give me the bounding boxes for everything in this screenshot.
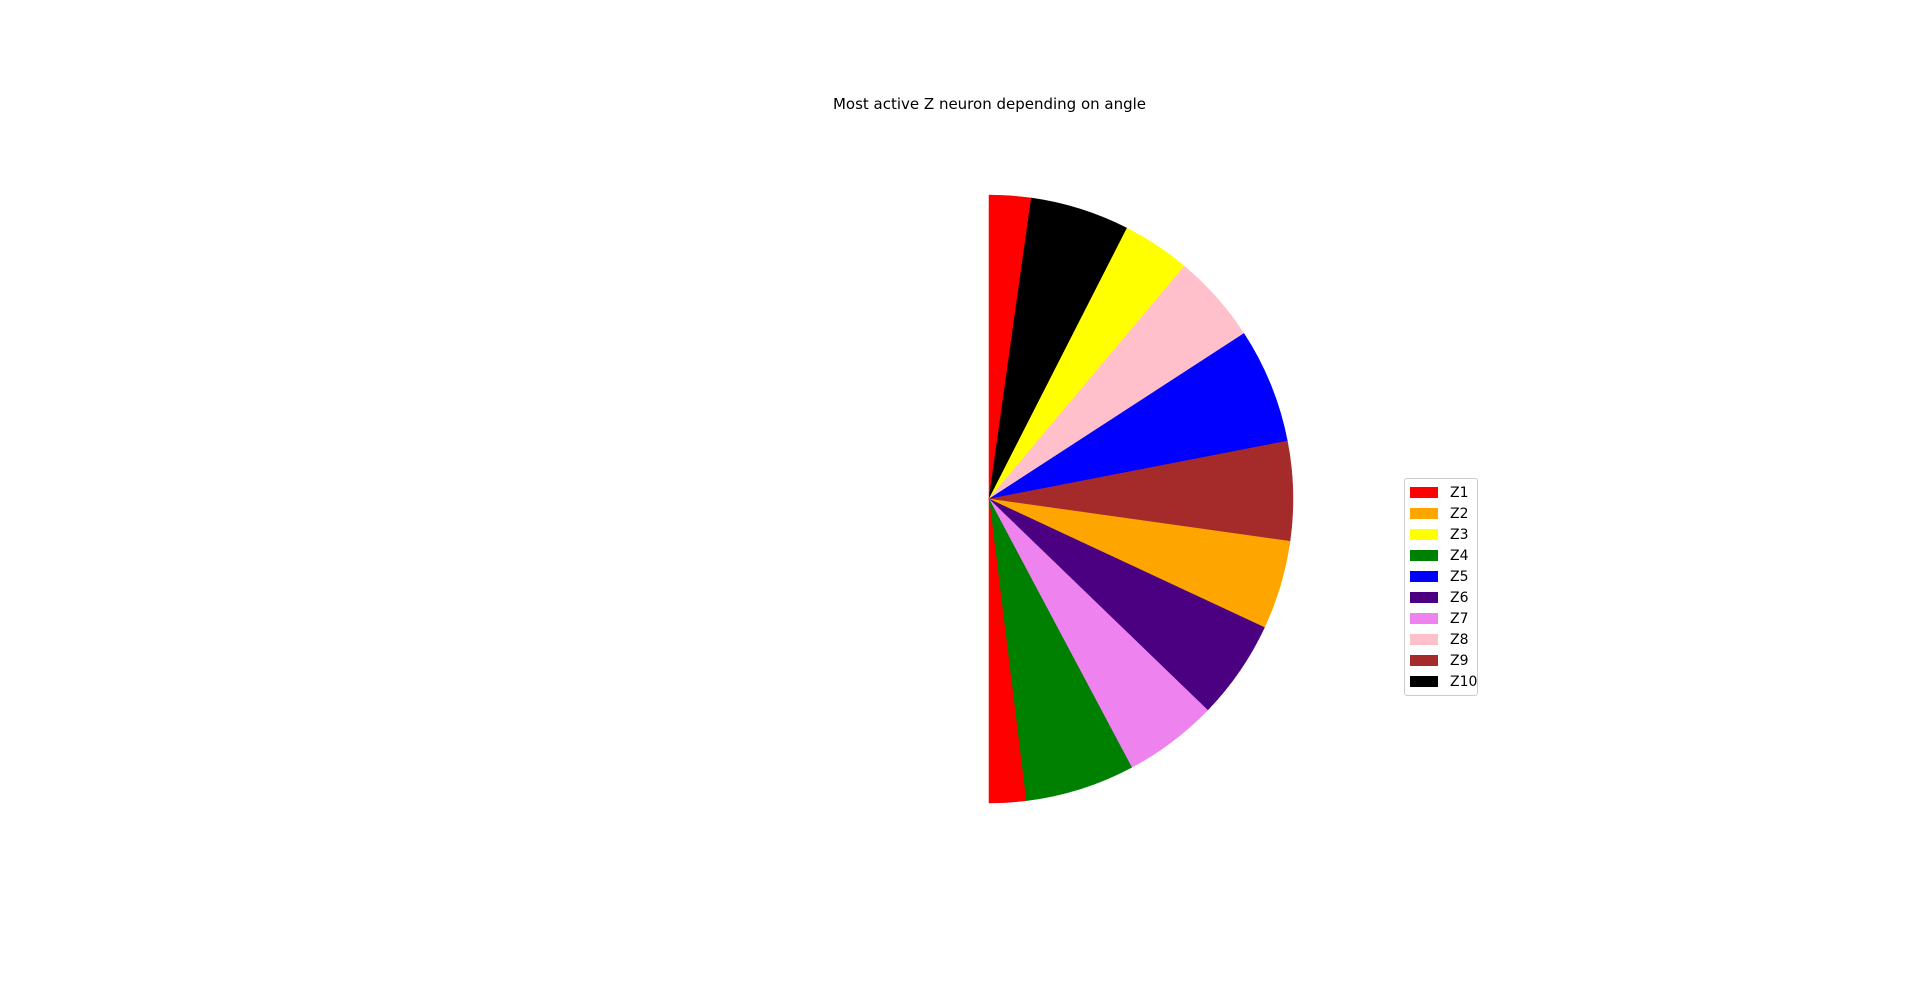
legend-swatch [1410, 676, 1438, 687]
legend-swatch [1410, 529, 1438, 540]
legend: Z1 Z2 Z3 Z4 Z5 Z6 Z7 Z8 Z9 Z10 [1404, 478, 1478, 696]
legend-item-z9: Z9 [1410, 650, 1472, 671]
chart-title: Most active Z neuron depending on angle [832, 95, 1147, 113]
legend-item-z10: Z10 [1410, 671, 1477, 692]
legend-item-z5: Z5 [1410, 566, 1472, 587]
legend-item-z3: Z3 [1410, 524, 1472, 545]
legend-item-z6: Z6 [1410, 587, 1472, 608]
legend-swatch [1410, 508, 1438, 519]
legend-item-z2: Z2 [1410, 503, 1472, 524]
legend-item-z8: Z8 [1410, 629, 1472, 650]
legend-item-z1: Z1 [1410, 482, 1472, 503]
legend-swatch [1410, 592, 1438, 603]
legend-label: Z3 [1450, 526, 1469, 543]
legend-label: Z5 [1450, 568, 1469, 585]
legend-swatch [1410, 550, 1438, 561]
legend-label: Z2 [1450, 505, 1469, 522]
legend-label: Z4 [1450, 547, 1469, 564]
legend-label: Z8 [1450, 631, 1469, 648]
pie-slices [988, 194, 1294, 804]
legend-label: Z6 [1450, 589, 1469, 606]
legend-item-z4: Z4 [1410, 545, 1472, 566]
legend-item-z7: Z7 [1410, 608, 1472, 629]
legend-swatch [1410, 655, 1438, 666]
legend-label: Z9 [1450, 652, 1469, 669]
legend-swatch [1410, 613, 1438, 624]
legend-label: Z7 [1450, 610, 1469, 627]
legend-label: Z1 [1450, 484, 1469, 501]
legend-swatch [1410, 634, 1438, 645]
legend-label: Z10 [1450, 673, 1478, 690]
legend-swatch [1410, 571, 1438, 582]
legend-swatch [1410, 487, 1438, 498]
pie-chart [988, 194, 1294, 804]
